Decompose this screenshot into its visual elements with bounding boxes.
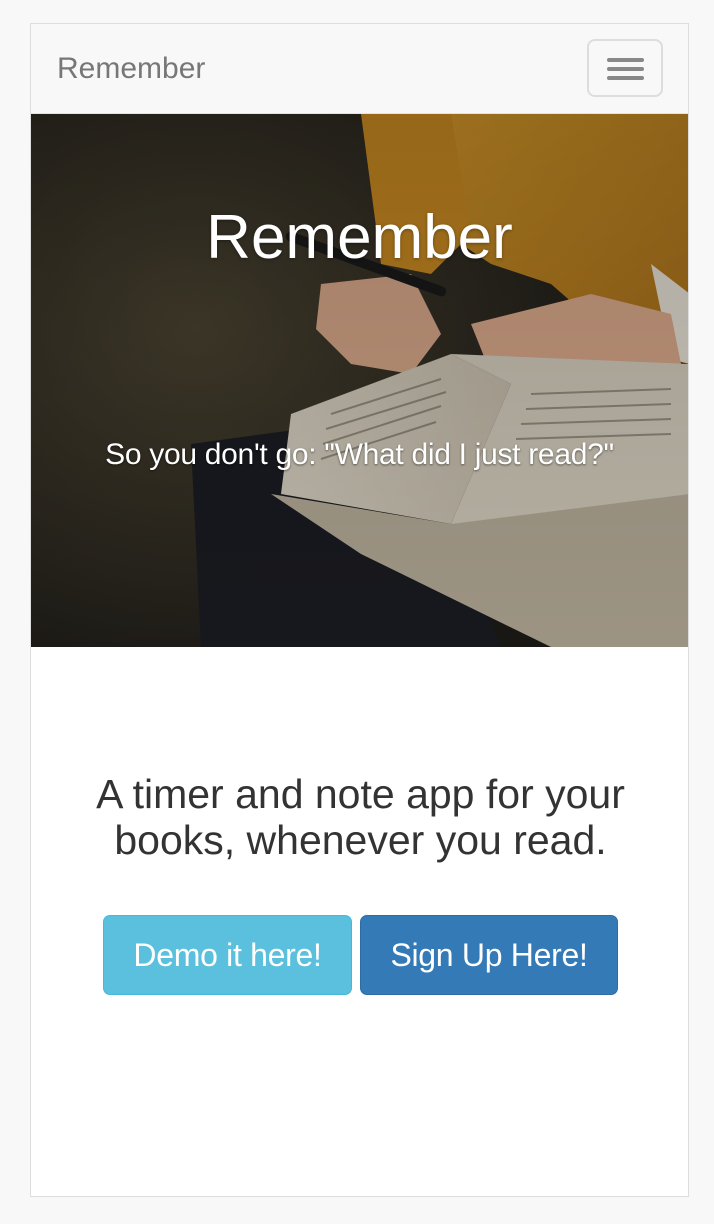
app-frame: Remember Remember So you don't go: "What… xyxy=(30,23,689,1197)
navbar-brand[interactable]: Remember xyxy=(57,51,205,87)
tagline: A timer and note app for your books, whe… xyxy=(96,771,625,863)
hero-subtitle: So you don't go: "What did I just read?" xyxy=(105,438,614,471)
navbar: Remember xyxy=(31,24,688,114)
navbar-toggle-button[interactable] xyxy=(587,39,663,97)
demo-button[interactable]: Demo it here! xyxy=(103,915,352,995)
hero-banner: Remember So you don't go: "What did I ju… xyxy=(31,114,688,647)
hero-background-image xyxy=(31,114,688,647)
hero-title: Remember xyxy=(206,203,513,272)
hamburger-menu-icon xyxy=(607,58,644,62)
signup-button[interactable]: Sign Up Here! xyxy=(360,915,618,995)
